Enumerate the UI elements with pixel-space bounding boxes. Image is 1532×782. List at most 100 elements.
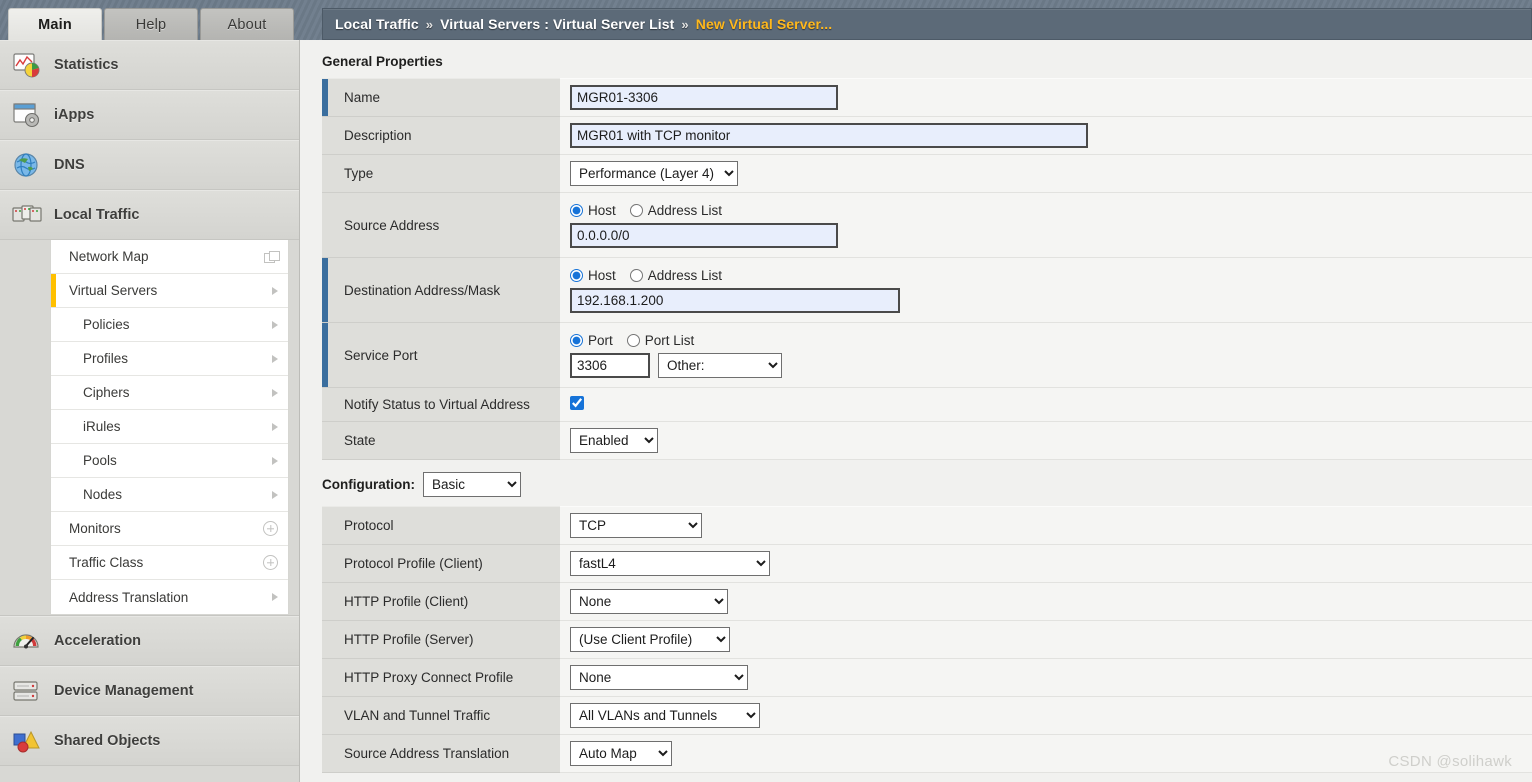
field-label-vlan-tunnel-traffic: VLAN and Tunnel Traffic: [322, 696, 560, 735]
type-select[interactable]: Performance (Layer 4): [570, 161, 738, 186]
source-address-list-radio[interactable]: [629, 203, 643, 217]
field-label-http-proxy-connect-profile: HTTP Proxy Connect Profile: [322, 658, 560, 697]
field-label-protocol: Protocol: [322, 506, 560, 545]
name-input[interactable]: [570, 85, 838, 110]
sidebar-item-label: Local Traffic: [54, 207, 140, 223]
field-value-http-profile-server: (Use Client Profile): [560, 620, 1532, 659]
http-profile-server-select[interactable]: (Use Client Profile): [570, 627, 730, 652]
field-value-state: Enabled: [560, 421, 1532, 460]
state-select[interactable]: Enabled: [570, 428, 658, 453]
sidebar-item-dns[interactable]: DNS: [0, 140, 299, 190]
sidebar-item-label: iApps: [54, 107, 95, 123]
sidebar-item-device-management[interactable]: Device Management: [0, 666, 299, 716]
dns-globe-icon: [12, 151, 42, 179]
field-value-source-address: Host Address List: [560, 192, 1532, 258]
destination-list-radio[interactable]: [629, 268, 643, 282]
sidebar-item-nodes[interactable]: Nodes: [51, 478, 288, 512]
arrow-right-icon: [272, 456, 278, 465]
sidebar-item-local-traffic[interactable]: Local Traffic: [0, 190, 299, 240]
field-label-protocol-profile-client: Protocol Profile (Client): [322, 544, 560, 583]
service-port-radio[interactable]: [570, 333, 583, 347]
sidebar-subitem-label: Profiles: [83, 351, 129, 366]
tab-main[interactable]: Main: [8, 8, 102, 40]
breadcrumb-item-virtual-servers[interactable]: Virtual Servers : Virtual Server List: [440, 16, 674, 32]
field-value-source-address-translation: Auto Map: [560, 734, 1532, 773]
description-input[interactable]: [570, 123, 1088, 148]
sidebar-subitem-label: Virtual Servers: [69, 283, 158, 298]
destination-address-input[interactable]: [570, 287, 900, 313]
destination-list-label: Address List: [647, 267, 723, 283]
tab-about[interactable]: About: [200, 8, 294, 40]
arrow-right-icon: [272, 422, 278, 431]
sidebar-item-address-translation[interactable]: Address Translation: [51, 580, 288, 614]
field-label-destination-address: Destination Address/Mask: [322, 257, 560, 323]
destination-host-radio[interactable]: [570, 268, 583, 282]
sidebar-item-statistics[interactable]: Statistics: [0, 40, 299, 90]
sidebar-item-label: Acceleration: [54, 633, 142, 649]
sidebar-item-label: Shared Objects: [54, 733, 161, 749]
local-traffic-submenu: Network Map Virtual Servers Policies Pro…: [0, 240, 299, 616]
sidebar-item-pools[interactable]: Pools: [51, 444, 288, 478]
sidebar-item-acceleration[interactable]: Acceleration: [0, 616, 299, 666]
notify-status-checkbox[interactable]: [570, 396, 584, 410]
source-address-translation-select[interactable]: Auto Map: [570, 741, 672, 766]
sidebar-item-monitors[interactable]: Monitors: [51, 512, 288, 546]
vlan-tunnel-traffic-select[interactable]: All VLANs and Tunnels: [570, 703, 760, 728]
tab-help[interactable]: Help: [104, 8, 198, 40]
protocol-profile-client-select[interactable]: fastL4: [570, 551, 770, 576]
service-port-input[interactable]: [570, 352, 650, 378]
sidebar-item-label: Device Management: [54, 683, 194, 699]
arrow-right-icon: [272, 320, 278, 329]
sidebar-item-profiles[interactable]: Profiles: [51, 342, 288, 376]
sidebar-subitem-label: Network Map: [69, 249, 149, 264]
sidebar-item-label: Statistics: [54, 57, 119, 73]
breadcrumb-item-local-traffic[interactable]: Local Traffic: [335, 16, 419, 32]
field-value-vlan-tunnel-traffic: All VLANs and Tunnels: [560, 696, 1532, 735]
source-address-input[interactable]: [570, 222, 838, 248]
sidebar: Statistics iApps DNS Local Traffic Netwo…: [0, 40, 300, 782]
sidebar-item-ciphers[interactable]: Ciphers: [51, 376, 288, 410]
form-row-source-address: Source Address Host Address List: [322, 192, 1532, 258]
field-value-protocol: TCP: [560, 506, 1532, 545]
field-value-notify-status: [560, 387, 1532, 422]
http-profile-client-select[interactable]: None: [570, 589, 728, 614]
source-address-host-radio[interactable]: [570, 203, 583, 217]
field-label-http-profile-server: HTTP Profile (Server): [322, 620, 560, 659]
sidebar-subitem-label: iRules: [83, 419, 121, 434]
statistics-chart-icon: [12, 51, 42, 79]
plus-circle-icon[interactable]: [263, 555, 278, 570]
service-port-list-radio[interactable]: [626, 333, 640, 347]
sidebar-item-policies[interactable]: Policies: [51, 308, 288, 342]
source-address-list-label: Address List: [647, 202, 723, 218]
sidebar-item-irules[interactable]: iRules: [51, 410, 288, 444]
form-row-state: State Enabled: [322, 421, 1532, 460]
service-port-label: Port: [588, 332, 613, 348]
service-port-preset-select[interactable]: Other:: [658, 352, 782, 378]
local-traffic-servers-icon: [12, 201, 42, 229]
sidebar-item-virtual-servers[interactable]: Virtual Servers: [51, 274, 288, 308]
sidebar-item-network-map[interactable]: Network Map: [51, 240, 288, 274]
protocol-select[interactable]: TCP: [570, 513, 702, 538]
configuration-bar: Configuration: Basic: [300, 460, 1532, 506]
acceleration-gauge-icon: [12, 627, 42, 655]
field-value-description: [560, 116, 1532, 155]
sidebar-item-shared-objects[interactable]: Shared Objects: [0, 716, 299, 766]
configuration-mode-select[interactable]: Basic: [422, 472, 521, 497]
destination-host-label: Host: [588, 267, 616, 283]
arrow-right-icon: [272, 490, 278, 499]
sidebar-item-iapps[interactable]: iApps: [0, 90, 299, 140]
arrow-right-icon: [272, 593, 278, 601]
sidebar-subitem-label: Ciphers: [83, 385, 130, 400]
device-rack-icon: [12, 677, 42, 705]
form-row-name: Name: [322, 78, 1532, 117]
field-label-name: Name: [322, 78, 560, 117]
configuration-heading: Configuration:: [322, 477, 415, 492]
form-row-source-address-translation: Source Address Translation Auto Map: [322, 734, 1532, 773]
http-proxy-connect-profile-select[interactable]: None: [570, 665, 748, 690]
sidebar-subitem-label: Nodes: [83, 487, 123, 502]
field-label-source-address-translation: Source Address Translation: [322, 734, 560, 773]
sidebar-item-traffic-class[interactable]: Traffic Class: [51, 546, 288, 580]
field-value-service-port: Port Port List Other:: [560, 322, 1532, 388]
plus-circle-icon[interactable]: [263, 521, 278, 536]
sidebar-item-label: DNS: [54, 157, 85, 173]
